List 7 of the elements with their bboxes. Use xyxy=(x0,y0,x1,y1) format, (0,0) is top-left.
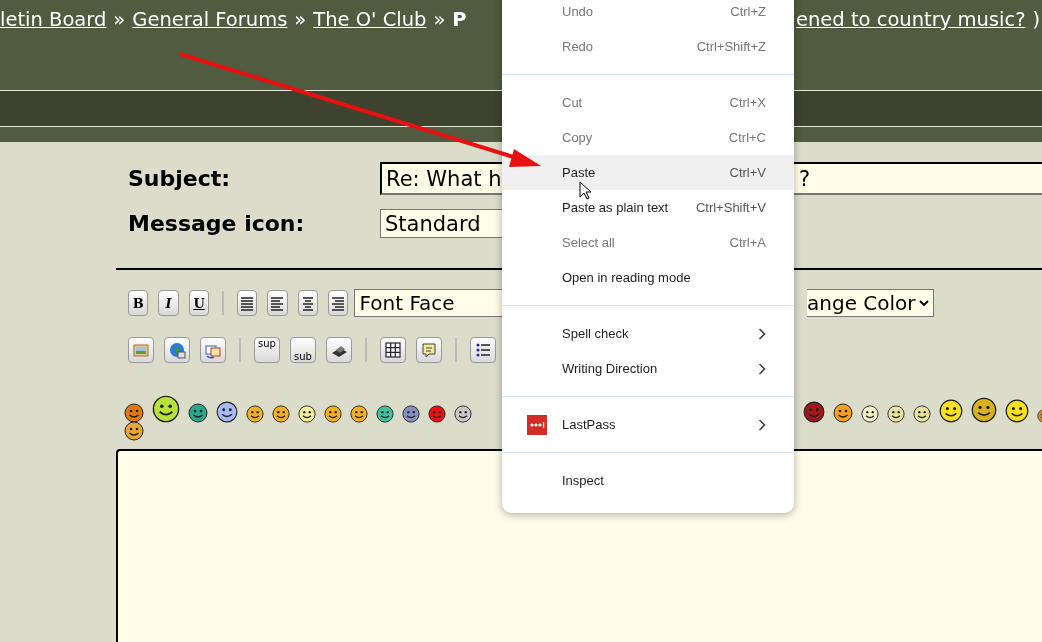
breadcrumb-separator: ) xyxy=(1032,8,1041,31)
breadcrumb-separator: » xyxy=(113,8,126,31)
breadcrumb-separator: » xyxy=(294,8,307,31)
field-label: Message icon: xyxy=(127,211,306,236)
breadcrumb-current: P xyxy=(452,8,467,31)
breadcrumb-separator: » xyxy=(433,8,446,31)
field-label: Subject: xyxy=(127,166,232,191)
